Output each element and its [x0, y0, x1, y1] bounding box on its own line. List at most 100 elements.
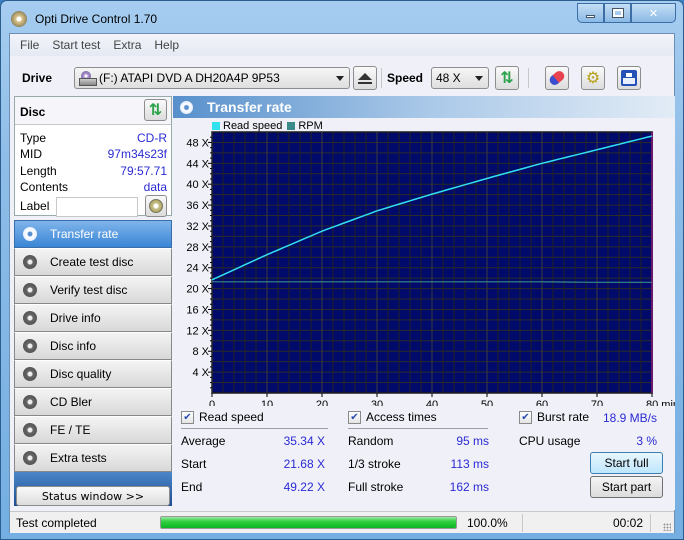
eject-button[interactable]: [353, 66, 377, 90]
menu-start-test[interactable]: Start test: [52, 38, 100, 52]
y-tick-label: 36 X: [186, 200, 209, 212]
drive-select-value: (F:) ATAPI DVD A DH20A4P 9P53: [99, 71, 280, 85]
x-tick-label: 0: [209, 399, 215, 406]
rpm-line: [212, 281, 652, 283]
nav-disc-quality[interactable]: Disc quality: [14, 360, 172, 388]
cpu-usage-value: 3 %: [636, 434, 657, 448]
field-value: data: [143, 180, 167, 194]
status-divider: [650, 514, 651, 532]
y-tick-label: 28 X: [186, 242, 209, 254]
stat-start-label: Start: [181, 457, 207, 471]
access-times-checkbox[interactable]: ✔ Access times: [348, 410, 437, 424]
nav-disc-info[interactable]: Disc info: [14, 332, 172, 360]
toolbar-separator: [528, 68, 529, 88]
x-tick-label: 30: [371, 399, 383, 406]
y-tick-label: 4 X: [192, 367, 209, 379]
nav-label: CD Bler: [50, 395, 93, 409]
x-tick-label: 70: [591, 399, 603, 406]
burst-rate-checkbox[interactable]: ✔ Burst rate: [519, 410, 589, 424]
status-bar: Test completed 100.0% 00:02: [10, 511, 674, 533]
stat-full-stroke-value: 162 ms: [449, 480, 489, 494]
checkbox-label: Burst rate: [537, 410, 590, 424]
checkbox-check-icon: ✔: [181, 410, 194, 424]
disc-label-button[interactable]: [145, 195, 167, 217]
legend-swatch: [212, 122, 220, 130]
nav-label: FE / TE: [50, 423, 91, 437]
close-icon: ✕: [648, 6, 659, 20]
optical-drive-icon: [79, 71, 97, 86]
app-window: Opti Drive Control 1.70 ✕ File Start tes…: [0, 0, 684, 540]
stat-third-stroke-value: 113 ms: [450, 457, 489, 471]
nav-fe-te[interactable]: FE / TE: [14, 416, 172, 444]
divider: [348, 428, 488, 429]
x-tick-label: 10: [261, 399, 273, 406]
progress-bar: [160, 516, 457, 529]
drive-select[interactable]: (F:) ATAPI DVD A DH20A4P 9P53: [74, 67, 350, 89]
x-tick-label: 50: [481, 399, 493, 406]
erase-icon: [547, 69, 567, 87]
erase-button[interactable]: [545, 66, 569, 90]
nav-extra-tests[interactable]: Extra tests: [14, 444, 172, 472]
nav-cd-bler[interactable]: CD Bler: [14, 388, 172, 416]
disc-label-input[interactable]: [56, 197, 138, 217]
window-title: Opti Drive Control 1.70: [35, 12, 158, 26]
disc-field-type: Type CD-R: [20, 131, 167, 147]
menu-file[interactable]: File: [20, 38, 39, 52]
disc-field-mid: MID 97m34s23f: [20, 147, 167, 163]
read-speed-checkbox[interactable]: ✔ Read speed: [181, 410, 264, 424]
nav-label: Drive info: [50, 311, 101, 325]
maximize-button[interactable]: [604, 3, 631, 23]
y-tick-label: 8 X: [192, 346, 209, 358]
field-value: 97m34s23f: [107, 147, 167, 161]
stat-random-label: Random: [348, 434, 394, 448]
speed-select[interactable]: 48 X: [431, 67, 489, 89]
nav-create-test-disc[interactable]: Create test disc: [14, 248, 172, 276]
disc-icon: [23, 339, 37, 353]
burst-rate-value: 18.9 MB/s: [602, 411, 657, 425]
chevron-down-icon: [475, 76, 483, 81]
refresh-disc-button[interactable]: ⇅: [144, 99, 167, 121]
refresh-icon: ⇅: [500, 68, 514, 87]
transfer-rate-chart: 4 X 8 X 12 X 16 X 20 X 24 X 28 X 32 X 36 X 40 X 44…: [186, 131, 675, 406]
menu-help[interactable]: Help: [154, 38, 179, 52]
x-tick-label: 40: [426, 399, 438, 406]
disc-icon: [23, 395, 37, 409]
eject-icon: [358, 72, 372, 84]
refresh-speed-button[interactable]: ⇅: [495, 66, 519, 90]
menu-bar: File Start test Extra Help: [10, 34, 674, 56]
status-window-button[interactable]: Status window >>: [16, 486, 170, 506]
progress-fill: [161, 517, 456, 528]
speed-label: Speed: [387, 71, 424, 85]
cpu-usage-label: CPU usage: [519, 434, 581, 448]
title-bar[interactable]: Opti Drive Control 1.70 ✕: [1, 1, 683, 35]
stat-start-value: 21.68 X: [283, 457, 325, 471]
start-part-button[interactable]: Start part: [590, 476, 663, 498]
menu-extra[interactable]: Extra: [113, 38, 141, 52]
app-icon: [11, 11, 27, 27]
cd-icon: [149, 199, 163, 213]
nav-transfer-rate[interactable]: Transfer rate: [14, 220, 172, 248]
disc-icon: [23, 283, 37, 297]
close-button[interactable]: ✕: [631, 3, 676, 23]
start-full-button[interactable]: Start full: [590, 452, 663, 474]
legend-swatch: [287, 122, 296, 130]
disc-header: Disc: [20, 105, 46, 119]
save-button[interactable]: [617, 66, 641, 90]
nav-label: Extra tests: [50, 451, 107, 465]
disc-icon: [23, 311, 37, 325]
resize-grip[interactable]: [663, 523, 671, 531]
nav-drive-info[interactable]: Drive info: [14, 304, 172, 332]
test-nav: Transfer rate Create test disc Verify te…: [14, 220, 172, 506]
chevron-down-icon: [336, 76, 344, 81]
checkbox-label: Read speed: [199, 410, 264, 424]
left-panel: Disc ⇅ Type CD-R MID 97m34s23f Length 79…: [14, 96, 172, 510]
nav-verify-test-disc[interactable]: Verify test disc: [14, 276, 172, 304]
transfer-rate-panel: Transfer rate Read speed RPM 4 X8 X 12 X1…: [173, 96, 675, 510]
stat-random-value: 95 ms: [456, 434, 489, 448]
settings-button[interactable]: ⚙: [581, 66, 605, 90]
nav-label: Disc quality: [50, 367, 112, 381]
y-tick-label: 40 X: [186, 179, 209, 191]
minimize-button[interactable]: [577, 3, 604, 23]
settings-icon: ⚙: [585, 68, 601, 87]
client-area: File Start test Extra Help Drive (F:) AT…: [9, 33, 675, 533]
